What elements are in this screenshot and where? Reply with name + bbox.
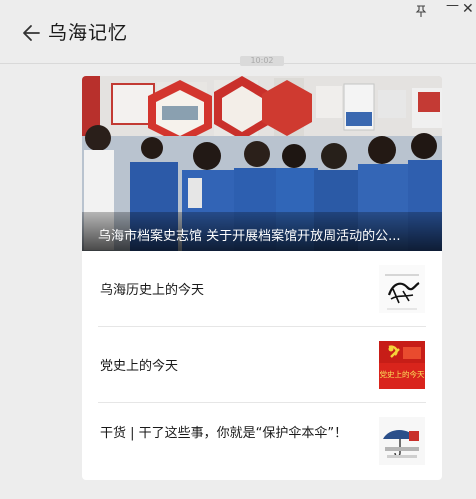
title-bar: 乌海记忆 — ✕ [0,0,476,64]
article-card[interactable]: 乌海市档案史志馆 关于开展档案馆开放周活动的公... 乌海历史上的今天 党史上的… [82,76,442,480]
pin-icon[interactable] [414,4,428,18]
minimize-button[interactable]: — [446,0,459,13]
article-item-title[interactable]: 党史上的今天 [100,357,370,376]
party-thumbnail-label: 党史上的今天 [379,370,425,379]
chat-title: 乌海记忆 [48,22,129,44]
message-timestamp: 10:02 [240,56,284,66]
article-item[interactable]: 乌海历史上的今天 [98,251,426,327]
close-button[interactable]: ✕ [462,1,474,17]
article-item[interactable]: 党史上的今天 党史上的今天 [98,327,426,403]
article-item-title[interactable]: 乌海历史上的今天 [100,281,370,300]
calligraphy-thumbnail [379,265,425,313]
article-item-title[interactable]: 干货 | 干了这些事，你就是“保护伞本伞”！ [100,424,370,443]
lead-article[interactable]: 乌海市档案史志馆 关于开展档案馆开放周活动的公... [82,76,442,251]
lead-article-caption: 乌海市档案史志馆 关于开展档案馆开放周活动的公... [82,212,442,251]
protection-umbrella-thumbnail [379,417,425,465]
back-arrow-icon[interactable] [20,22,42,44]
lead-article-title[interactable]: 乌海市档案史志馆 关于开展档案馆开放周活动的公... [98,225,428,244]
article-item[interactable]: 干货 | 干了这些事，你就是“保护伞本伞”！ [98,403,426,479]
party-history-thumbnail [379,341,425,389]
